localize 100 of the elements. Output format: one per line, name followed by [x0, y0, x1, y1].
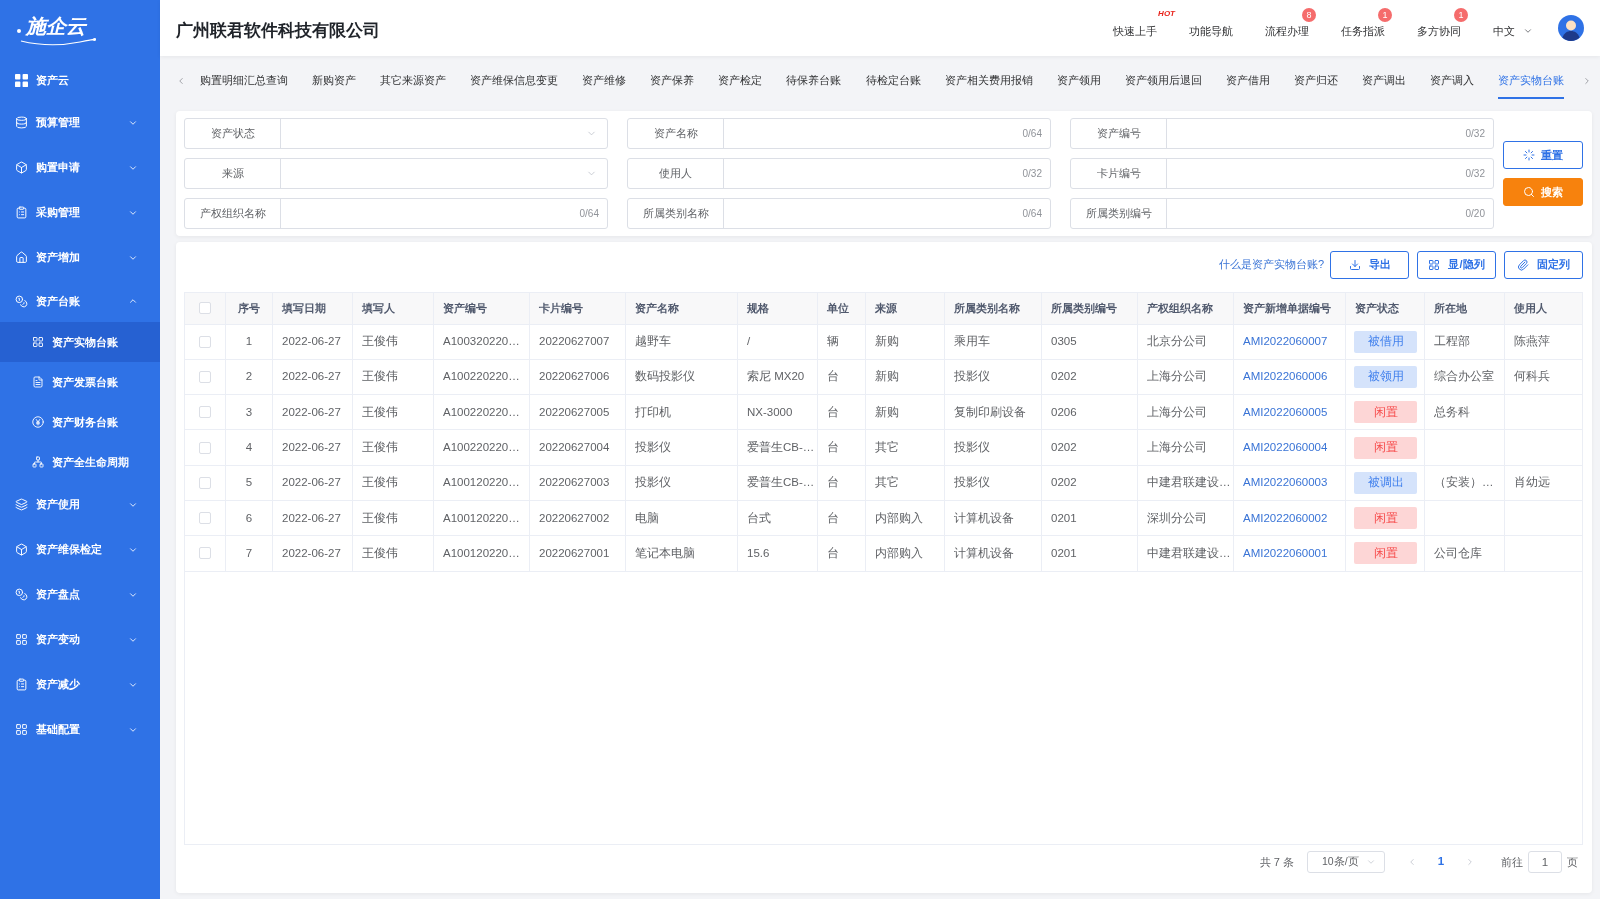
tab[interactable]: 待检定台账 [865, 63, 921, 99]
avatar-icon[interactable] [1558, 15, 1584, 41]
table-cell: 2022-06-27 [273, 536, 353, 572]
page-suffix: 页 [1567, 854, 1578, 870]
sidebar-item[interactable]: 预算管理 [0, 100, 160, 145]
tab[interactable]: 资产归还 [1293, 63, 1338, 99]
sidebar-item[interactable]: 资产使用 [0, 482, 160, 527]
page-input[interactable]: 1 [1528, 851, 1562, 873]
page-size-select[interactable]: 10条/页 [1307, 851, 1385, 873]
table-cell: 计算机设备 [945, 501, 1042, 537]
document-icon [32, 376, 44, 388]
document-number-link[interactable]: AMI2022060004 [1243, 438, 1328, 457]
document-number-link[interactable]: AMI2022060003 [1243, 474, 1328, 492]
document-number-link[interactable]: AMI2022060006 [1243, 368, 1328, 386]
table-cell: 深圳分公司 [1138, 501, 1234, 537]
status-tag: 闲置 [1354, 507, 1417, 530]
grid-icon [15, 723, 28, 736]
table-cell: 20220627003 [530, 465, 626, 501]
checkbox[interactable] [199, 512, 211, 525]
sidebar-item[interactable]: 资产增加 [0, 235, 160, 280]
table-cell: 打印机 [626, 395, 738, 431]
paperclip-icon [1517, 258, 1529, 271]
table-cell: 工程部 [1425, 324, 1505, 360]
checkbox[interactable] [199, 547, 211, 560]
column-header: 资产名称 [626, 292, 738, 325]
table-cell: NX-3000 [738, 395, 818, 431]
export-button[interactable]: 导出 [1330, 250, 1409, 279]
column-header: 产权组织名称 [1138, 292, 1234, 325]
tab[interactable]: 其它来源资产 [380, 63, 447, 99]
sidebar-subitem[interactable]: 资产财务台账 [0, 402, 160, 442]
sidebar-subitem[interactable]: 资产发票台账 [0, 362, 160, 402]
checkbox[interactable] [199, 302, 211, 314]
sidebar-item[interactable]: 基础配置 [0, 707, 160, 752]
table-cell: 2022-06-27 [273, 324, 353, 360]
tab[interactable]: 购置明细汇总查询 [200, 63, 288, 99]
document-number-link[interactable]: AMI2022060007 [1243, 333, 1328, 351]
tab[interactable]: 资产领用后退回 [1124, 63, 1202, 99]
help-link[interactable]: 什么是资产实物台账? [1218, 256, 1324, 273]
columns-toggle-button[interactable]: 显/隐列 [1417, 250, 1496, 279]
table-cell: 索尼 MX20 [738, 359, 818, 396]
hierarchy-icon [32, 456, 44, 468]
checkbox[interactable] [199, 370, 211, 383]
sidebar-item[interactable]: 购置申请 [0, 145, 160, 190]
header-link[interactable]: 多方协同 [1417, 23, 1461, 39]
tab[interactable]: 资产维修 [582, 63, 627, 99]
tab[interactable]: 资产实物台账 [1498, 63, 1564, 99]
count-badge: 1 [1454, 8, 1468, 22]
sidebar-item[interactable]: 资产减少 [0, 662, 160, 707]
header-link[interactable]: 快速上手 [1113, 23, 1157, 39]
checkbox[interactable] [199, 406, 211, 419]
table-cell: 综合办公室 [1425, 359, 1505, 396]
status-tag: 被调出 [1354, 471, 1417, 494]
chevron-right-icon [1582, 76, 1592, 86]
checkbox[interactable] [199, 476, 211, 489]
sidebar-item[interactable]: 资产变动 [0, 617, 160, 662]
tab[interactable]: 新购资产 [312, 63, 357, 99]
field-label: 所属类别名称 [628, 199, 724, 228]
sidebar-item[interactable]: 资产云 [0, 60, 160, 100]
tab[interactable]: 资产调出 [1361, 63, 1406, 99]
column-header: 资产状态 [1346, 292, 1425, 325]
table-cell: （安装）… [1425, 465, 1505, 501]
table-cell: 20220627007 [530, 324, 626, 360]
table-cell: 台式 [738, 501, 818, 537]
pin-columns-button[interactable]: 固定列 [1504, 250, 1583, 279]
tab[interactable]: 待保养台账 [786, 63, 842, 99]
table-cell: 台 [818, 395, 866, 431]
language-select[interactable]: 中文 [1493, 23, 1533, 39]
document-number-link[interactable]: AMI2022060005 [1243, 403, 1328, 421]
tab[interactable]: 资产检定 [718, 63, 763, 99]
tab[interactable]: 资产借用 [1225, 63, 1270, 99]
document-number-link[interactable]: AMI2022060001 [1243, 544, 1328, 563]
checkbox[interactable] [199, 441, 211, 454]
loader-icon [1523, 148, 1535, 161]
checkbox[interactable] [199, 335, 211, 348]
tab[interactable]: 资产维保信息变更 [470, 63, 559, 99]
table-cell: 数码投影仪 [626, 359, 738, 396]
coins-icon [15, 588, 28, 601]
header-link[interactable]: 流程办理 [1265, 23, 1309, 39]
table-cell: 5 [226, 465, 273, 501]
sidebar-subitem[interactable]: 资产全生命周期 [0, 442, 160, 482]
header-link[interactable]: 功能导航 [1189, 23, 1233, 39]
tab[interactable]: 资产领用 [1056, 63, 1101, 99]
sidebar-subitem[interactable]: 资产实物台账 [0, 322, 160, 362]
tab[interactable]: 资产调入 [1429, 63, 1474, 99]
sidebar-item[interactable]: 资产维保检定 [0, 527, 160, 572]
header-link[interactable]: 任务指派 [1341, 23, 1385, 39]
column-header: 资产新增单据编号 [1234, 292, 1346, 325]
sidebar-item[interactable]: 采购管理 [0, 190, 160, 235]
page-number[interactable]: 1 [1433, 851, 1449, 873]
tab[interactable]: 资产保养 [650, 63, 695, 99]
reset-button[interactable]: 重置 [1503, 140, 1583, 169]
table-cell: 台 [818, 465, 866, 501]
tab[interactable]: 资产相关费用报销 [944, 63, 1033, 99]
table-cell: 笔记本电脑 [626, 536, 738, 572]
field-label: 资产状态 [185, 119, 281, 148]
document-number-link[interactable]: AMI2022060002 [1243, 509, 1328, 527]
search-button[interactable]: 搜索 [1503, 177, 1583, 206]
chevron-right-icon [1465, 857, 1475, 867]
sidebar-item[interactable]: 资产盘点 [0, 572, 160, 617]
sidebar-item[interactable]: 资产台账 [0, 280, 160, 322]
